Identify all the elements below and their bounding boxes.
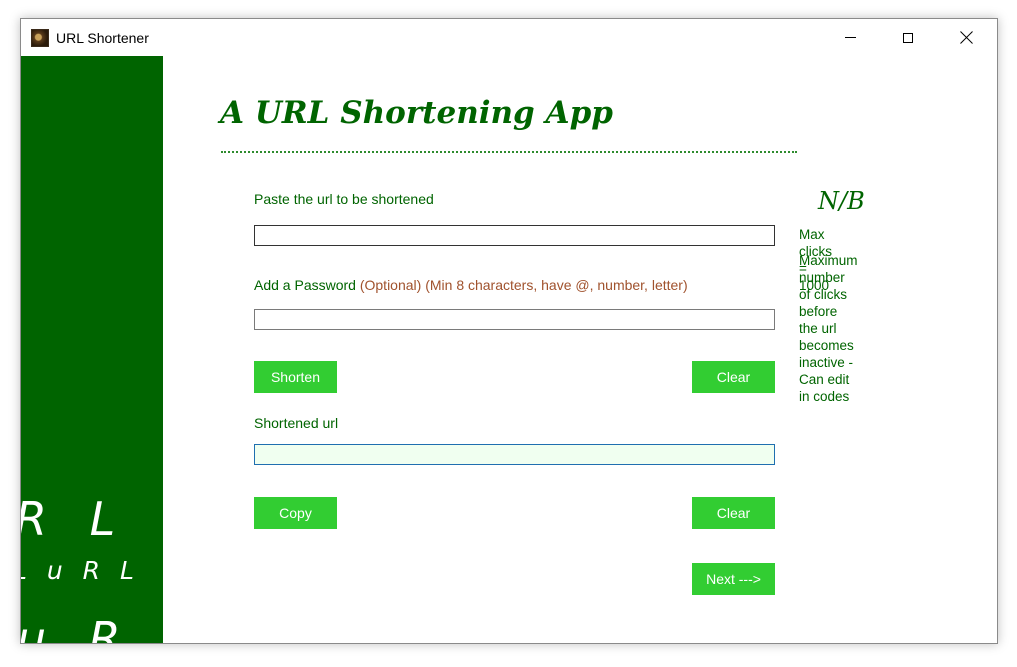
clear-output-button[interactable]: Clear: [692, 497, 775, 529]
sidebar-decoration-text: u R L: [21, 612, 163, 643]
copy-button[interactable]: Copy: [254, 497, 337, 529]
minimize-button[interactable]: [821, 19, 879, 56]
shorten-button[interactable]: Shorten: [254, 361, 337, 393]
title-divider: [221, 151, 797, 153]
shortened-url-output[interactable]: [254, 444, 775, 465]
clear-input-button[interactable]: Clear: [692, 361, 775, 393]
url-input-label: Paste the url to be shortened: [254, 191, 434, 207]
description-line: inactive - Can edit in codes: [799, 355, 854, 404]
app-window: URL Shortener R L L u R L u R L A URL Sh…: [20, 18, 998, 644]
password-input[interactable]: [254, 309, 775, 330]
sidebar-panel: R L L u R L u R L: [21, 56, 163, 643]
shortened-url-label: Shortened url: [254, 415, 339, 431]
notes-title: N/B: [818, 187, 865, 215]
window-title: URL Shortener: [56, 30, 149, 46]
maximize-icon: [903, 32, 913, 43]
title-bar[interactable]: URL Shortener: [21, 19, 997, 56]
description-line: before the url becomes: [799, 304, 854, 353]
sidebar-decoration-text: L u R L: [21, 556, 140, 585]
password-hint: (Optional) (Min 8 characters, have @, nu…: [359, 277, 688, 293]
close-icon: [960, 31, 973, 44]
app-icon: [31, 29, 49, 47]
max-clicks-description: Maximum number of clicks before the url …: [799, 252, 858, 405]
url-input[interactable]: [254, 225, 775, 246]
page-title: A URL Shortening App: [220, 95, 613, 131]
password-label: Add a Password: [254, 277, 356, 293]
minimize-icon: [844, 37, 856, 38]
close-button[interactable]: [937, 19, 995, 56]
maximize-button[interactable]: [879, 19, 937, 56]
next-button[interactable]: Next --->: [692, 563, 775, 595]
description-line: Maximum number of clicks: [799, 253, 858, 302]
password-label-row: Add a Password (Optional) (Min 8 charact…: [254, 277, 688, 293]
sidebar-decoration-text: R L: [21, 492, 130, 546]
